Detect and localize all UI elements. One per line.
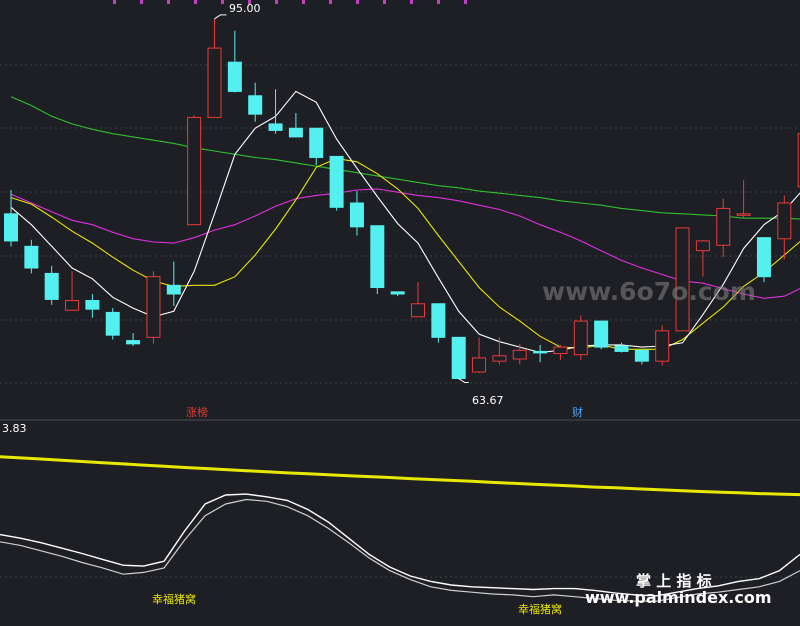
marker-zhangbang: 涨榜 (186, 405, 208, 419)
top-tick-mark (167, 0, 170, 4)
candle-down (167, 285, 180, 294)
candle-down (534, 351, 547, 353)
marker-cai: 财 (572, 405, 583, 419)
candle-down (371, 226, 384, 288)
candle-down (106, 312, 119, 335)
high-pointer (215, 15, 227, 19)
candle-down (391, 292, 404, 294)
indicator-panel: 3.83 幸福猪窝 幸福猪窝 掌 上 指 标 www.palmindex.com (0, 422, 800, 616)
candle-up (208, 48, 221, 117)
candle-down (86, 301, 99, 310)
indicator-signal-label: 幸福猪窝 (518, 602, 562, 616)
candle-down (45, 273, 58, 299)
candle-up (696, 241, 709, 251)
candle-up (147, 277, 160, 338)
top-tick-mark (275, 0, 278, 4)
low-price-label: 63.67 (472, 394, 504, 407)
top-tick-mark (383, 0, 386, 4)
low-pointer (459, 379, 469, 383)
candle-up (656, 331, 669, 361)
candle-down (310, 128, 323, 157)
top-tick-mark (437, 0, 440, 4)
candle-up (574, 321, 587, 355)
candle-down (432, 304, 445, 338)
top-tick-mark (140, 0, 143, 4)
candle-up (473, 358, 486, 372)
top-tick-mark (194, 0, 197, 4)
watermark-url: www.palmindex.com (585, 588, 772, 607)
candle-up (66, 301, 79, 311)
top-tick-mark (113, 0, 116, 4)
candle-down (635, 350, 648, 361)
indicator-value-label: 3.83 (2, 422, 27, 435)
stock-chart: 95.00 63.67 涨榜 财 www.6o7o.com 3.83 幸福猪窝 … (0, 0, 800, 622)
top-tick-mark (302, 0, 305, 4)
candle-down (5, 214, 18, 241)
candle-down (615, 346, 628, 351)
ma60-line (11, 97, 800, 220)
candle-up (412, 304, 425, 317)
candles (5, 19, 800, 380)
top-tick-mark (410, 0, 413, 4)
candle-up (554, 347, 567, 354)
candle-down (289, 128, 302, 137)
high-price-label: 95.00 (229, 2, 261, 15)
candle-down (330, 156, 343, 207)
indicator-yellow-line (0, 457, 800, 495)
candle-down (249, 96, 262, 114)
candle-down (228, 62, 241, 91)
top-tick-mark (221, 0, 224, 4)
candle-up (778, 203, 791, 239)
candle-up (717, 208, 730, 245)
candle-down (757, 238, 770, 277)
candle-up (188, 117, 201, 224)
candle-down (269, 124, 282, 130)
top-tick-mark (329, 0, 332, 4)
indicator-signal-label: 幸福猪窝 (152, 592, 196, 606)
top-tick-mark (464, 0, 467, 4)
candle-down (350, 203, 363, 227)
watermark-mid: www.6o7o.com (542, 277, 756, 306)
candle-up (493, 356, 506, 361)
candle-down (595, 321, 608, 347)
candle-down (452, 337, 465, 378)
candle-up (513, 350, 526, 359)
candle-down (127, 341, 140, 344)
candle-up (737, 214, 750, 216)
top-tick-mark (356, 0, 359, 4)
candle-down (25, 246, 38, 268)
chart-canvas: 95.00 63.67 涨榜 财 www.6o7o.com 3.83 幸福猪窝 … (0, 0, 800, 622)
